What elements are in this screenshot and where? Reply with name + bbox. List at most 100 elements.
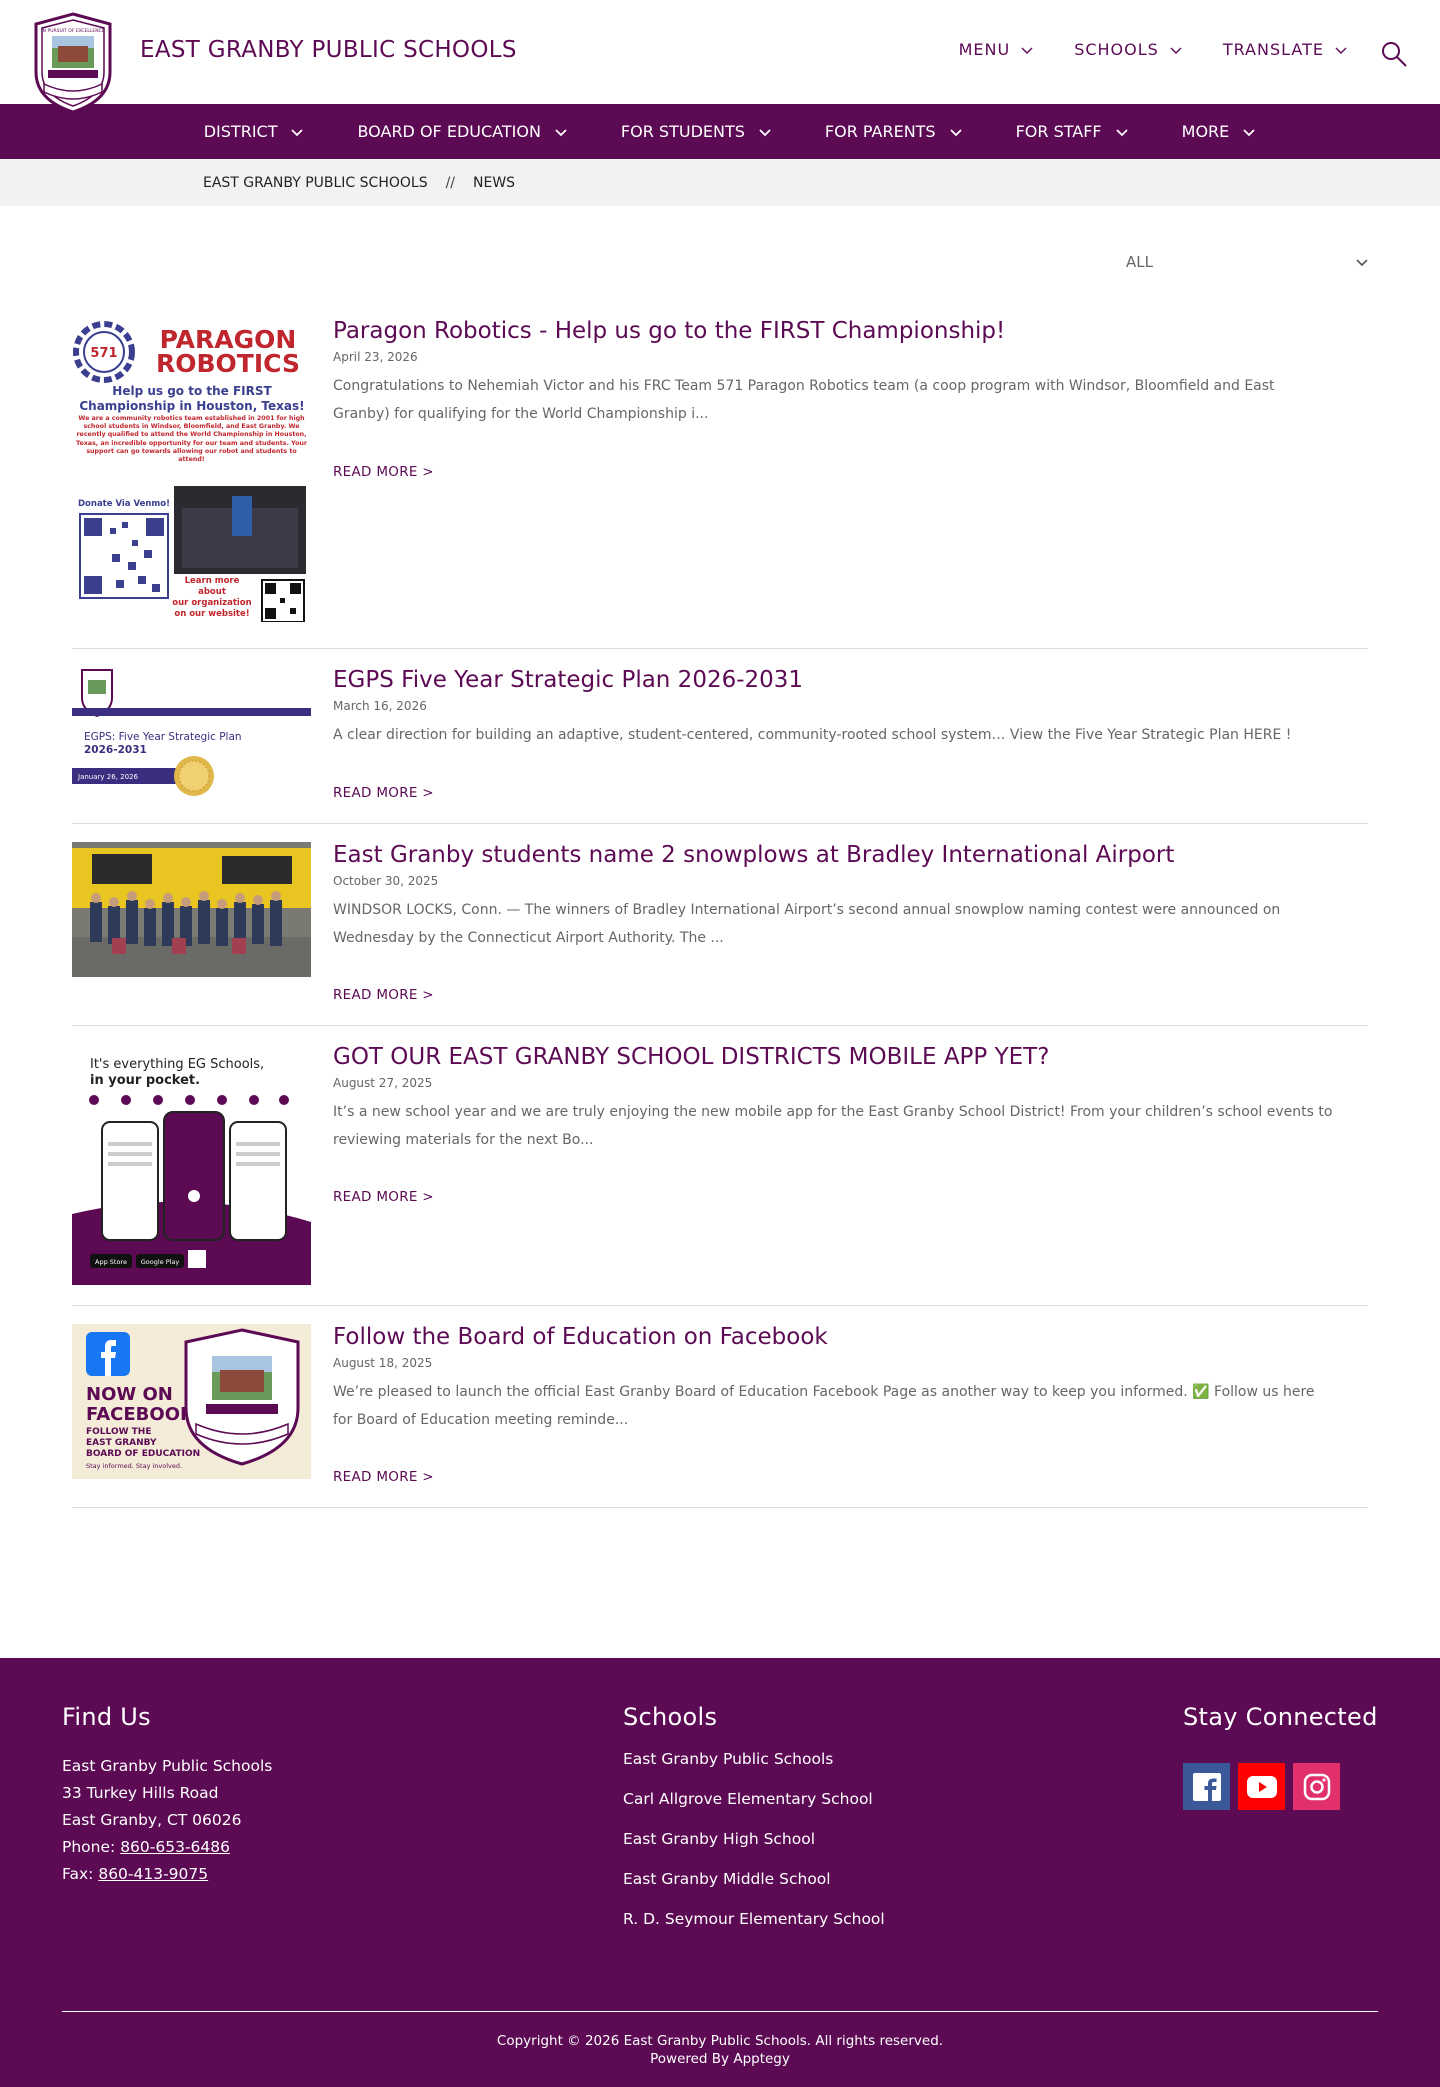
news-thumbnail-snowplows[interactable] (72, 842, 311, 977)
nav-for-students[interactable]: FOR STUDENTS (595, 122, 799, 141)
schools-label: SCHOOLS (1074, 40, 1159, 59)
thumb-sub: BOARD OF EDUCATION (86, 1449, 200, 1459)
thumb-date: January 26, 2026 (77, 773, 138, 781)
chevron-down-icon (949, 128, 962, 136)
news-body: GOT OUR EAST GRANBY SCHOOL DISTRICTS MOB… (333, 1042, 1333, 1154)
news-title[interactable]: East Granby students name 2 snowplows at… (333, 840, 1333, 870)
facebook-icon (1192, 1772, 1221, 1802)
chevron-down-icon (1335, 47, 1347, 54)
news-body: Paragon Robotics - Help us go to the FIR… (333, 316, 1333, 428)
read-more-link[interactable]: READ MORE > (333, 785, 434, 801)
news-excerpt: Congratulations to Nehemiah Victor and h… (333, 378, 1275, 422)
thumb-learn: Learn more about (184, 576, 240, 597)
fax-link[interactable]: 860-413-9075 (98, 1865, 208, 1883)
read-more-link[interactable]: READ MORE > (333, 987, 434, 1003)
thumb-sub: Championship in Houston, Texas! (79, 399, 304, 413)
thumb-heading: 2026-2031 (84, 744, 147, 756)
news-thumbnail-mobile-app[interactable]: It's everything EG Schools, in your pock… (72, 1046, 311, 1285)
breadcrumb-separator: // (445, 174, 456, 191)
school-link[interactable]: Carl Allgrove Elementary School (623, 1790, 885, 1830)
school-link[interactable]: East Granby Public Schools (623, 1750, 885, 1790)
nav-for-parents[interactable]: FOR PARENTS (799, 122, 990, 141)
breadcrumb-home[interactable]: EAST GRANBY PUBLIC SCHOOLS (203, 175, 428, 191)
nav-for-staff[interactable]: FOR STAFF (990, 122, 1156, 141)
menu-dropdown[interactable]: MENU (959, 40, 1035, 59)
district-logo[interactable]: IN PURSUIT OF EXCELLENCE (32, 12, 114, 114)
site-header: IN PURSUIT OF EXCELLENCE EAST GRANBY PUB… (0, 0, 1440, 114)
news-item: 571 PARAGON ROBOTICS Help us go to the F… (72, 300, 1368, 649)
filter-value: ALL (1126, 253, 1153, 271)
nav-label: MORE (1181, 122, 1230, 141)
news-excerpt: A clear direction for building an adapti… (333, 727, 1292, 743)
nav-more[interactable]: MORE (1156, 122, 1284, 141)
news-title[interactable]: EGPS Five Year Strategic Plan 2026-2031 (333, 665, 1333, 695)
nav-district[interactable]: DISTRICT (178, 122, 332, 141)
chevron-down-icon (291, 128, 304, 136)
thumb-sub: EAST GRANBY (86, 1438, 157, 1448)
nav-label: FOR STUDENTS (620, 122, 745, 141)
school-link[interactable]: R. D. Seymour Elementary School (623, 1910, 885, 1950)
chevron-down-icon (759, 128, 771, 136)
chevron-down-icon (555, 128, 567, 136)
read-more-link[interactable]: READ MORE > (333, 1189, 434, 1205)
nav-label: FOR STAFF (1015, 122, 1102, 141)
instagram-link[interactable] (1293, 1763, 1340, 1810)
thumb-badge: 571 (90, 346, 117, 361)
news-body: EGPS Five Year Strategic Plan 2026-2031 … (333, 665, 1333, 749)
main-nav: DISTRICT BOARD OF EDUCATION FOR STUDENTS… (0, 104, 1440, 159)
thumb-store: App Store (95, 1258, 127, 1266)
school-link[interactable]: East Granby High School (623, 1830, 885, 1870)
news-date: August 27, 2025 (333, 1076, 433, 1090)
fax-line: Fax: 860-413-9075 (62, 1861, 272, 1888)
news-date: April 23, 2026 (333, 350, 418, 364)
news-body: Follow the Board of Education on Faceboo… (333, 1322, 1333, 1434)
thumb-donate: Donate Via Venmo! (78, 499, 170, 509)
footer-divider (62, 2011, 1378, 2012)
phone-link[interactable]: 860-653-6486 (120, 1838, 230, 1856)
logo-motto: IN PURSUIT OF EXCELLENCE (41, 28, 104, 34)
site-title[interactable]: EAST GRANBY PUBLIC SCHOOLS (140, 37, 517, 63)
youtube-icon (1246, 1775, 1277, 1798)
thumb-heading: NOW ON (86, 1384, 173, 1405)
news-date: October 30, 2025 (333, 874, 439, 888)
search-icon[interactable] (1380, 40, 1408, 68)
news-item: NOW ON FACEBOOK! FOLLOW THE EAST GRANBY … (72, 1306, 1368, 1508)
news-thumbnail-strategic-plan[interactable]: EGPS: Five Year Strategic Plan 2026-2031… (72, 666, 311, 796)
news-thumbnail-facebook[interactable]: NOW ON FACEBOOK! FOLLOW THE EAST GRANBY … (72, 1324, 311, 1479)
breadcrumb: EAST GRANBY PUBLIC SCHOOLS // NEWS (0, 159, 1440, 206)
news-list: 571 PARAGON ROBOTICS Help us go to the F… (72, 300, 1368, 1508)
phone-line: Phone: 860-653-6486 (62, 1834, 272, 1861)
category-filter-select[interactable]: ALL (1126, 244, 1370, 280)
schools-heading: Schools (623, 1703, 718, 1731)
school-link[interactable]: East Granby Middle School (623, 1870, 885, 1910)
news-excerpt: We’re pleased to launch the official Eas… (333, 1384, 1315, 1428)
thumb-learn: our organization (172, 598, 252, 608)
translate-dropdown[interactable]: TRANSLATE (1223, 40, 1348, 59)
news-thumbnail-robotics[interactable]: 571 PARAGON ROBOTICS Help us go to the F… (72, 318, 311, 622)
news-item: EGPS: Five Year Strategic Plan 2026-2031… (72, 649, 1368, 824)
youtube-link[interactable] (1238, 1763, 1285, 1810)
address-name: East Granby Public Schools (62, 1757, 273, 1775)
chevron-down-icon (1170, 47, 1182, 54)
news-title[interactable]: Paragon Robotics - Help us go to the FIR… (333, 316, 1333, 346)
chevron-down-icon (1356, 259, 1368, 267)
menu-label: MENU (958, 40, 1011, 59)
facebook-link[interactable] (1183, 1763, 1230, 1810)
news-item: East Granby students name 2 snowplows at… (72, 824, 1368, 1026)
utility-nav: MENU SCHOOLS TRANSLATE (959, 40, 1348, 59)
address-city: East Granby, CT 06026 (62, 1811, 242, 1829)
news-title[interactable]: Follow the Board of Education on Faceboo… (333, 1322, 1333, 1352)
powered-by-link[interactable]: Powered By Apptegy (0, 2050, 1440, 2068)
read-more-link[interactable]: READ MORE > (333, 464, 434, 480)
news-title[interactable]: GOT OUR EAST GRANBY SCHOOL DISTRICTS MOB… (333, 1042, 1333, 1072)
phone-label: Phone: (62, 1838, 116, 1856)
read-more-link[interactable]: READ MORE > (333, 1469, 434, 1485)
nav-board-of-education[interactable]: BOARD OF EDUCATION (331, 122, 594, 141)
social-links (1183, 1763, 1340, 1810)
news-body: East Granby students name 2 snowplows at… (333, 840, 1333, 952)
chevron-down-icon (1021, 47, 1033, 54)
schools-dropdown[interactable]: SCHOOLS (1074, 40, 1183, 59)
thumb-heading: EGPS: Five Year Strategic Plan (84, 731, 242, 743)
translate-label: TRANSLATE (1222, 40, 1324, 59)
fax-label: Fax: (62, 1865, 94, 1883)
